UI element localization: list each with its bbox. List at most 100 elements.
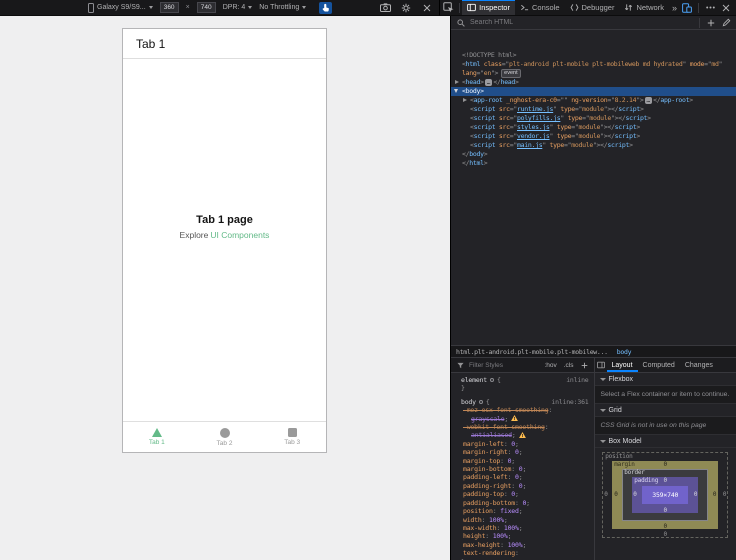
attribute-link[interactable]: main.js [517, 141, 543, 149]
rule-selector[interactable]: element{inline [453, 376, 592, 384]
grid-section-header[interactable]: Grid [594, 404, 736, 417]
attribute-link[interactable]: styles.js [517, 123, 550, 131]
viewport-width-input[interactable] [159, 2, 179, 13]
overflow-tabs-button[interactable]: » [669, 0, 680, 15]
plus-icon [707, 19, 715, 26]
css-declaration[interactable]: margin-left: 0; [453, 440, 592, 448]
tab-network[interactable]: Network [619, 0, 669, 15]
rdm-toggle-button[interactable] [680, 1, 694, 15]
markup-line[interactable]: <body> [451, 87, 736, 96]
tab-changes[interactable]: Changes [680, 358, 718, 372]
collapsed-content-marker[interactable]: … [484, 78, 493, 86]
collapsed-content-marker[interactable]: … [644, 96, 653, 104]
class-toggle-button[interactable]: .cls [562, 362, 576, 369]
markup-line[interactable]: <html class="plt-android plt-mobile plt-… [451, 60, 736, 69]
margin-left-value[interactable]: 0 [614, 491, 618, 498]
markup-line[interactable]: <script src="styles.js" type="module"></… [451, 123, 736, 132]
eyedropper-button[interactable] [720, 17, 732, 29]
tab-layout[interactable]: Layout [607, 358, 638, 372]
attribute-link[interactable]: vendor.js [517, 132, 550, 140]
margin-top-value[interactable]: 0 [664, 461, 668, 468]
expand-arrow-icon[interactable] [454, 87, 462, 96]
rdm-close-button[interactable] [420, 1, 434, 15]
css-declaration[interactable]: text-rendering: [453, 549, 592, 557]
padding-right-value[interactable]: 0 [694, 491, 698, 498]
rdm-settings-button[interactable] [399, 1, 413, 15]
tab-computed[interactable]: Computed [638, 358, 680, 372]
breadcrumb-body[interactable]: body [617, 348, 632, 356]
viewport-height-input[interactable] [196, 2, 216, 13]
padding-top-value[interactable]: 0 [664, 477, 668, 484]
css-declaration[interactable]: padding-left: 0; [453, 473, 592, 481]
markup-line[interactable]: <head>… </head> [451, 78, 736, 87]
tab-console[interactable]: Console [515, 0, 565, 15]
event-badge[interactable]: event [501, 69, 521, 78]
expand-arrow-icon[interactable] [462, 96, 470, 105]
sidebar-toggle-icon[interactable] [595, 359, 607, 371]
markup-line[interactable]: <script src="vendor.js" type="module"></… [451, 132, 736, 141]
screenshot-button[interactable] [378, 1, 392, 15]
css-declaration[interactable]: -moz-osx-font-smoothing: grayscale; [453, 406, 592, 423]
touch-simulation-button[interactable] [319, 1, 333, 14]
add-node-button[interactable] [705, 17, 717, 29]
markup-line[interactable]: <script src="polyfills.js" type="module"… [451, 114, 736, 123]
css-declaration[interactable]: max-height: 100%; [453, 541, 592, 549]
tab-item-2[interactable]: Tab 2 [191, 422, 259, 452]
tab-inspector[interactable]: Inspector [462, 0, 515, 15]
tab-item-3[interactable]: Tab 3 [258, 422, 326, 452]
rule-source-link[interactable]: inline:361 [551, 398, 591, 406]
filter-styles-input[interactable] [469, 361, 540, 369]
attribute-link[interactable]: runtime.js [517, 105, 553, 113]
ui-components-link[interactable]: UI Components [210, 230, 269, 240]
markup-line[interactable]: <app-root _nghost-era-c0="" ng-version="… [451, 96, 736, 105]
css-declaration[interactable]: padding-top: 0; [453, 490, 592, 498]
markup-line[interactable]: <script src="main.js" type="module"></sc… [451, 141, 736, 150]
css-declaration[interactable]: padding-right: 0; [453, 482, 592, 490]
box-model-margin-layer[interactable]: 359×740 [612, 461, 719, 529]
css-declaration[interactable]: margin-right: 0; [453, 448, 592, 456]
throttling-selector[interactable]: No Throttling [259, 4, 307, 11]
tab-debugger[interactable]: Debugger [565, 0, 620, 15]
css-declaration[interactable]: width: 100%; [453, 516, 592, 524]
css-declaration[interactable]: padding-bottom: 0; [453, 499, 592, 507]
pseudo-class-button[interactable]: :hov [542, 362, 558, 369]
css-declaration[interactable]: max-width: 100%; [453, 524, 592, 532]
markup-line[interactable]: <script src="runtime.js" type="module"><… [451, 105, 736, 114]
boxmodel-section-header[interactable]: Box Model [594, 435, 736, 448]
dpr-selector[interactable]: DPR: 4 [223, 4, 253, 11]
position-bottom-value[interactable]: 0 [664, 531, 668, 538]
selector-highlighter-icon[interactable] [478, 400, 483, 405]
rules-view[interactable]: element{inline} body{inline:361 -moz-osx-f… [451, 373, 594, 560]
rule-source-link[interactable]: inline [566, 376, 591, 384]
expand-arrow-icon[interactable] [454, 78, 462, 87]
position-left-value[interactable]: 0 [604, 491, 608, 498]
add-rule-button[interactable] [579, 359, 591, 371]
breadcrumb-html[interactable]: html.plt-android.plt-mobile.plt-mobilew.… [456, 348, 608, 356]
padding-left-value[interactable]: 0 [633, 491, 637, 498]
tab-item-1[interactable]: Tab 1 [123, 422, 191, 452]
css-declaration[interactable]: height: 100%; [453, 532, 592, 540]
markup-view[interactable]: <!DOCTYPE html> <html class="plt-android … [451, 30, 736, 345]
rule-selector[interactable]: body{inline:361 [453, 398, 592, 406]
css-declaration[interactable]: margin-top: 0; [453, 457, 592, 465]
device-selector[interactable]: Galaxy S9/S9... [88, 2, 153, 13]
attribute-link[interactable]: polyfills.js [517, 114, 561, 122]
search-html-input[interactable] [470, 19, 694, 26]
markup-line[interactable]: </body> [451, 150, 736, 159]
pick-element-button[interactable] [440, 0, 457, 14]
markup-line[interactable]: <!DOCTYPE html> [451, 51, 736, 60]
css-declaration[interactable]: position: fixed; [453, 507, 592, 515]
flexbox-section-header[interactable]: Flexbox [594, 373, 736, 386]
markup-line[interactable]: lang="en"> event [451, 69, 736, 78]
padding-bottom-value[interactable]: 0 [664, 507, 668, 514]
toolbox-close-button[interactable] [719, 1, 733, 15]
toolbox-menu-button[interactable] [703, 1, 717, 15]
css-declaration[interactable]: -webkit-font-smoothing: antialiased; [453, 423, 592, 440]
selector-highlighter-icon[interactable] [490, 378, 494, 383]
css-declaration[interactable]: margin-bottom: 0; [453, 465, 592, 473]
position-right-value[interactable]: 0 [723, 491, 727, 498]
box-model-content[interactable]: 359×740 [642, 486, 689, 504]
margin-right-value[interactable]: 0 [713, 491, 717, 498]
markup-line[interactable]: </html> [451, 159, 736, 168]
margin-bottom-value[interactable]: 0 [664, 523, 668, 530]
